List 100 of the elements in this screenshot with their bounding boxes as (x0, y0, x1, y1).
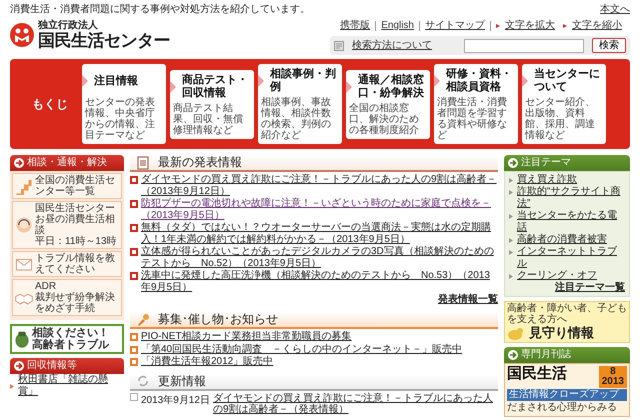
bullet-icon (130, 358, 138, 366)
bullet-icon (130, 392, 138, 400)
logo-icon (10, 22, 34, 46)
bullet-icon (509, 178, 513, 183)
bullet-icon (130, 224, 138, 232)
consult-card[interactable]: ADR 裁判せず紛争解決をめざす手続 (12, 279, 122, 316)
section-title: 最新の発表情報 (158, 155, 242, 170)
arrow-circle-icon (14, 158, 24, 168)
nav-item-title: 注目情報 (94, 74, 138, 88)
triangle-icon (346, 80, 352, 92)
utility-link[interactable]: 携帯版 (340, 20, 370, 32)
nav-item-title: 通報／相談窓口・紛争解決 (358, 74, 425, 100)
consult-card[interactable]: 全国の消費生活センター等一覧 (12, 173, 122, 199)
nav-item-title: 研修・資料・相談員資格 (446, 68, 513, 94)
bullet-icon (509, 274, 513, 279)
bullet-icon (130, 346, 138, 354)
card-text: 裁判せず紛争解決をめざす手続 (35, 292, 116, 314)
character-icon (14, 330, 30, 348)
banner-caption: 高齢者・障がい者、子どもを支える方へ (507, 303, 627, 325)
theme-link[interactable]: 当センターをかたる電話 (517, 210, 625, 234)
nav-item[interactable]: 研修・資料・相談員資格 消費生活・消費者問題を学習する資料や研修など (434, 64, 518, 144)
utility-link[interactable]: 文字を拡大 (505, 20, 555, 32)
theme-link[interactable]: クーリング・オフ (517, 270, 597, 282)
bullet-icon (130, 248, 138, 256)
issue-month: 8 (609, 367, 617, 377)
nav-label: もくじ (31, 96, 69, 112)
nav-item-title: 商品テスト・回収情報 (182, 74, 249, 100)
card-text: お昼の消費生活相談 (35, 214, 115, 236)
search-button[interactable]: 検索 (592, 38, 626, 53)
arrow-circle-icon (14, 361, 24, 372)
magazine-lead: だまされる心理からみる (507, 402, 618, 414)
nav-item[interactable]: 相談事例・判例 相談事例、事故情報、相談件数の検索、判例の紹介など (258, 64, 342, 144)
operator-icon (15, 216, 33, 234)
help-link[interactable]: 検索方法について (352, 40, 432, 52)
heading-text: 注目テーマ (521, 157, 571, 169)
magazine-subtitle: 生活情報クローズアップ (507, 389, 627, 401)
card-text: トラブル情報を教えてください (35, 253, 116, 275)
banner[interactable]: 相談ください！ 高齢者トラブル (10, 324, 124, 354)
triangle-icon (522, 75, 528, 87)
nav-item-title: 当センターについて (534, 68, 601, 94)
news-link[interactable]: 無料（タダ）ではない！？ウオーターサーバーの当選商法－実態は水の定期購入！1年未満の解約では解約料がかかる－（2013年9月5日） (141, 222, 498, 245)
bullet-icon (496, 23, 501, 29)
utility-link[interactable]: 文字を縮小 (572, 20, 622, 32)
logo-subtitle: 独立行政法人 (38, 20, 99, 32)
heading-text: 相談・通報・解決 (27, 157, 107, 169)
banner-text: 高齢者トラブル (32, 339, 109, 352)
more-link[interactable]: 注目テーマ一覧 (555, 282, 625, 293)
banner-text: 相談ください！ (32, 327, 109, 339)
magazine-cover[interactable]: 国民生活 8 2013 生活情報クローズアップ だまされる心理からみる (504, 363, 630, 417)
nav-item[interactable]: 注目情報 センターの発表情報、中央省庁からの情報、注目テーマなど (82, 64, 166, 144)
nav-item-description: 全国の相談窓口、解決のための各種制度紹介 (349, 102, 420, 136)
map-icon (15, 177, 33, 195)
news-link[interactable]: 洗車中に発煙した高圧洗浄機（相談解決のためのテストから No.53）（2013年9月5日） (141, 270, 498, 293)
card-text: 平日：11時～13時 (35, 236, 118, 247)
news-link[interactable]: 立体感が得られないことがあったデジタルカメラの3D写真（相談解決のためのテストから No.52）（2013年9月5日） (141, 246, 498, 269)
nav-item[interactable]: 商品テスト・回収情報 商品テスト結果、回収・無償修理情報など (170, 70, 254, 138)
bullet-icon (509, 190, 513, 195)
banner[interactable]: 高齢者・障がい者、子どもを支える方へ 見守り情報 (504, 301, 630, 343)
skip-link[interactable]: 本文へ (600, 4, 630, 16)
more-link[interactable]: 発表情報一覧 (438, 294, 498, 305)
theme-link[interactable]: 買え買え詐欺 (517, 174, 577, 186)
card-text: 国民生活センター (35, 203, 116, 214)
recall-link[interactable]: 秋田書店「雑誌の懸賞」 (18, 374, 124, 398)
nav-item-description: 商品テスト結果、回収・無償修理情報など (173, 102, 244, 136)
arrow-circle-icon (508, 350, 518, 360)
nav-item[interactable]: 通報／相談窓口・紛争解決 全国の相談窓口、解決のための各種制度紹介 (346, 70, 430, 138)
update-date: 2013年9月12日 (141, 394, 210, 406)
nav-item[interactable]: 当センターについて センター紹介、出版物、資料館、採用、調達情報など (522, 64, 606, 144)
nav-item-description: 消費生活・消費者問題を学習する資料や研修など (437, 97, 508, 141)
bullet-icon (130, 272, 138, 280)
utility-link[interactable]: English (381, 20, 414, 32)
theme-link[interactable]: インターネットトラブル (517, 246, 625, 270)
bullet-icon (130, 176, 138, 184)
news-link[interactable]: 「第40回国民生活動向調査 －くらしの中のインターネット－」販売中 (141, 344, 462, 355)
theme-link[interactable]: 高齢者の消費者被害 (517, 234, 607, 246)
microphone-icon (136, 312, 150, 326)
document-icon (136, 156, 150, 170)
section-title: 募集･催し物･お知らせ (158, 312, 278, 327)
news-link[interactable]: PIO-NET相談カード業務担当非常勤職員の募集 (141, 331, 352, 342)
banner-title: 見守り情報 (529, 326, 594, 340)
card-text: 全国の消費生活センター等一覧 (35, 175, 116, 197)
news-link[interactable]: ダイヤモンドの買え買え詐欺にご注意！－トラブルにあった人の9割は高齢者－（発表情報） (212, 392, 498, 416)
bullet-icon (130, 333, 138, 341)
theme-link[interactable]: 詐欺的“サクラサイト商法” (517, 186, 625, 210)
nav-item-description: 相談事例、事故情報、相談件数の検索、判例の紹介など (261, 97, 332, 141)
heading-text: 専門月刊誌 (521, 349, 571, 361)
heading-text: 回収情報等 (27, 360, 77, 372)
consult-card[interactable]: 国民生活センター お昼の消費生活相談 平日：11時～13時 (12, 201, 122, 249)
news-link[interactable]: ダイヤモンドの買え買え詐欺にご注意！－トラブルにあった人の9割は高齢者－（2013年9月12日） (141, 174, 498, 197)
section-title: 更新情報 (158, 374, 206, 388)
bullet-icon (130, 200, 138, 208)
utility-link[interactable]: サイトマップ (425, 20, 485, 32)
arrow-circle-icon (508, 158, 518, 168)
nav-item-description: センターの発表情報、中央省庁からの情報、注目テーマなど (85, 97, 156, 141)
news-link[interactable]: 「消費生活年報2012」販売中 (141, 356, 274, 368)
news-link[interactable]: 防犯ブザーの電池切れや故障に注意！－いざという時のために家庭で点検を－（2013年9月5日） (141, 198, 498, 221)
tagline: 消費生活・消費者問題に関する事例や対処方法を紹介しています。 (10, 4, 310, 16)
search-field[interactable] (464, 38, 584, 52)
consult-card[interactable]: トラブル情報を教えてください (12, 251, 122, 277)
nav-item-description: センター紹介、出版物、資料館、採用、調達情報など (525, 97, 596, 141)
